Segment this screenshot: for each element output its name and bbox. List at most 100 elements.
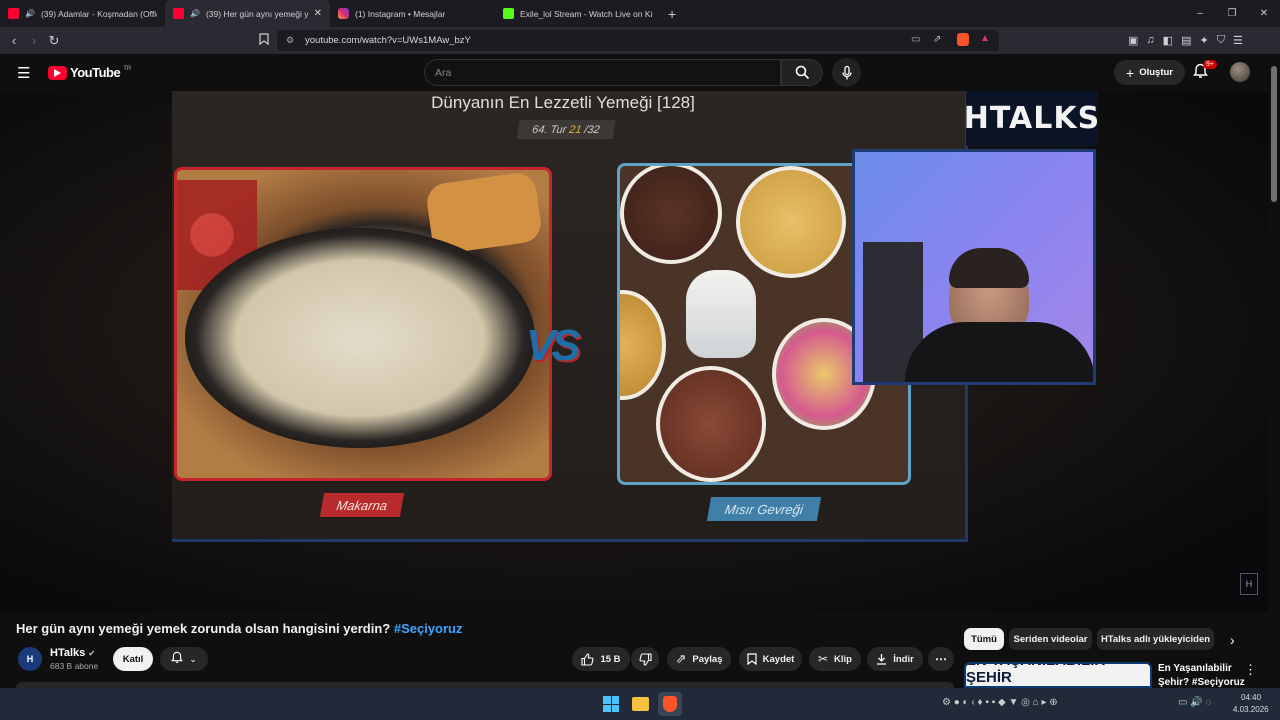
save-button[interactable]: Kaydet [739,647,802,671]
dislike-button[interactable] [631,647,659,671]
forward-icon[interactable]: › [24,33,44,48]
search-placeholder: Ara [435,66,452,79]
subscriber-count: 683 B abone [50,661,99,671]
download-label: İndir [893,653,914,665]
site-info-icon[interactable]: ⚙ [286,35,294,46]
browser-tab-1[interactable]: 🔊 (39) Adamlar - Koşmadan (Officia [0,0,165,27]
hamburger-menu-icon[interactable]: ☰ [17,64,30,82]
create-button[interactable]: + Oluştur [1114,60,1185,85]
clip-button[interactable]: ✂ Klip [809,647,861,671]
brave-shields-icon[interactable] [957,33,969,46]
search-button[interactable] [781,59,823,86]
browser-tab-3[interactable]: (1) Instagram • Mesajlar [330,0,495,27]
minimize-button[interactable]: – [1184,8,1216,19]
thumbs-down-icon [639,652,652,666]
reload-icon[interactable]: ↻ [44,33,64,49]
video-title-text: Her gün aynı yemeği yemek zorunda olsan … [16,621,391,636]
channel-name[interactable]: HTalks ✔ [50,647,95,659]
download-icon [877,654,887,665]
clock-date[interactable]: 4.03.2026 [1233,705,1269,714]
chevron-down-icon: ⌄ [189,653,197,664]
pasta-bowl [185,228,535,448]
subscription-bell-button[interactable]: ⌄ [160,647,208,671]
bookmark-icon [747,653,757,665]
cereal-bowl-chocolate [620,166,722,264]
menu-icon[interactable]: ☰ [1233,34,1243,47]
address-bar[interactable]: ⚙ youtube.com/watch?v=UWs1MAw_bzY ▭ ⇗ ▲ [277,30,999,51]
leo-icon[interactable]: ✦ [1199,34,1208,47]
like-button[interactable]: 15 B [572,647,630,671]
brave-browser-icon[interactable] [663,696,677,712]
right-option-label: Mısır Gevreği [706,497,822,521]
bell-icon [171,651,184,667]
cast-icon[interactable]: ▭ [911,34,920,45]
htalks-logo: HTALKS [964,91,1099,146]
clock-time[interactable]: 04:40 [1241,693,1261,702]
hashtag-link[interactable]: #Seçiyoruz [394,621,463,636]
new-tab-button[interactable]: + [668,6,676,22]
cereal-bowl-nuts [620,290,666,400]
pasta-image [174,167,552,481]
scrollbar-thumb[interactable] [1271,66,1277,202]
instagram-icon [338,8,349,19]
chevron-right-icon[interactable]: › [1230,632,1235,648]
chip-all[interactable]: Tümü [964,628,1004,650]
back-icon[interactable]: ‹ [4,33,24,48]
region-code: TR [123,65,132,72]
scissors-icon: ✂ [817,652,829,666]
share-button[interactable]: ⇗ Paylaş [667,647,731,671]
browser-tab-4[interactable]: Exile_lol Stream - Watch Live on Kick [495,0,660,27]
thumbs-up-icon [581,652,594,666]
person-jacket [905,322,1093,382]
reader-icon[interactable]: ▣ [1128,34,1138,47]
tray-icons[interactable]: ⚙ ● ◐ ‹ ♦ ▪ ▪ ◆ ▼ ◎ ⌂ ▸ ⊕ [942,697,1058,708]
youtube-icon [8,8,19,19]
close-window-button[interactable]: ✕ [1248,8,1280,19]
more-actions-button[interactable]: ⋯ [928,647,954,671]
tab-strip: 🔊 (39) Adamlar - Koşmadan (Officia 🔊 (39… [0,0,1280,27]
youtube-play-icon [48,65,67,80]
round-indicator: 64. Tur 21/32 [516,120,616,139]
file-explorer-icon[interactable] [632,697,649,711]
windows-start-icon[interactable] [603,696,619,712]
url-text: youtube.com/watch?v=UWs1MAw_bzY [305,35,471,46]
next-video-title-line1[interactable]: En Yaşanılabilir [1158,663,1232,674]
left-option-text: Makarna [335,497,389,513]
video-menu-icon[interactable]: ⋮ [1244,662,1257,678]
channel-avatar[interactable]: H [18,647,42,671]
sidebar-icon[interactable]: ◧ [1163,34,1173,47]
speaker-icon: 🔊 [190,9,200,18]
left-option-label: Makarna [319,493,405,517]
join-button[interactable]: Katıl [113,647,153,671]
bookmark-icon[interactable] [254,33,274,48]
vpn-icon[interactable]: ⛉ [1217,34,1225,47]
wallet-icon[interactable]: ▤ [1181,34,1191,47]
close-tab-icon[interactable]: ✕ [314,8,322,19]
maximize-button[interactable]: ❐ [1216,8,1248,19]
chip-uploader[interactable]: HTalks adlı yükleyiciden [1097,628,1214,650]
tab-title: (39) Her gün aynı yemeği yem [205,8,308,19]
video-player[interactable]: Dünyanın En Lezzetli Yemeği [128] 64. Tu… [0,91,1268,612]
browser-tab-2[interactable]: 🔊 (39) Her gün aynı yemeği yem ✕ [165,0,330,27]
music-icon[interactable]: ♫ [1146,34,1154,47]
tab-title: (39) Adamlar - Koşmadan (Officia [40,8,157,19]
next-video-title-line2[interactable]: Şehir? #Seçiyoruz [1158,677,1245,688]
microphone-icon [841,65,852,79]
channel-watermark[interactable]: H [1240,573,1258,595]
rewards-icon[interactable]: ▲ [980,33,990,44]
system-tray[interactable]: ▭ 🔊 ◌ [1178,697,1211,708]
cereal-bowl-cornflakes [736,166,846,278]
share-icon[interactable]: ⇗ [933,34,941,45]
round-total: /32 [583,123,601,136]
search-input[interactable]: Ara [424,59,781,86]
download-button[interactable]: İndir [867,647,923,671]
round-current: 21 [568,123,583,136]
voice-search-button[interactable] [832,58,861,87]
avatar[interactable] [1230,62,1250,82]
youtube-icon [173,8,184,19]
next-video-thumbnail[interactable]: EN YAŞANILABİLİR ŞEHİR [964,662,1152,688]
right-option-text: Mısır Gevreği [723,501,805,517]
notifications-button[interactable]: 9+ [1193,60,1217,84]
chip-series[interactable]: Seriden videolar [1009,628,1092,650]
youtube-logo[interactable]: YouTube TR [48,65,131,80]
